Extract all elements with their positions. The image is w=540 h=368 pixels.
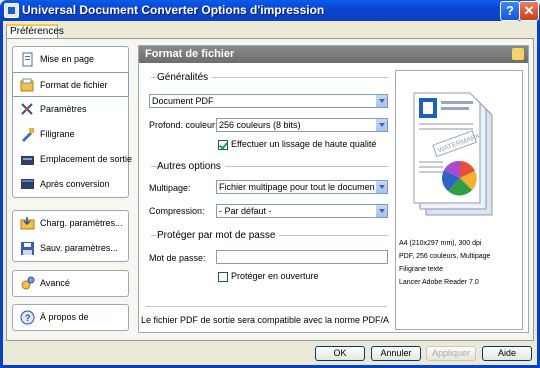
nav-label: Sauv. paramètres... [40, 243, 118, 253]
color-depth-select[interactable]: 256 couleurs (8 bits) [216, 118, 388, 132]
svg-text:?: ? [25, 313, 31, 323]
window-title: Universal Document Converter Options d'i… [22, 3, 325, 17]
preview-info-line: Filigrane texte [399, 266, 443, 273]
protect-open-label: Protéger en ouverture [231, 271, 319, 281]
nav-item-about[interactable]: ? À propos de [13, 305, 128, 330]
nav-item-output-location[interactable]: Emplacement de sortie [13, 147, 132, 172]
nav-label: Filigrane [40, 129, 75, 139]
parameters-icon [21, 103, 33, 115]
compression-select[interactable]: - Par défaut - [216, 204, 388, 218]
section-divider [145, 306, 387, 307]
ok-button[interactable]: OK [315, 346, 365, 361]
multipage-select[interactable]: Fichier multipage pour tout le document [216, 180, 388, 194]
title-bar: Universal Document Converter Options d'i… [0, 0, 540, 21]
color-depth-label: Profond. couleur: [149, 120, 218, 130]
nav-item-save-settings[interactable]: Sauv. paramètres... [13, 236, 128, 261]
section-other-title: Autres options [157, 161, 225, 172]
nav-group-about: ? À propos de [12, 304, 129, 331]
output-location-icon [21, 156, 34, 165]
section-protect-title: Protéger par mot de passe [157, 230, 280, 241]
apply-button[interactable]: Appliquer [426, 346, 476, 361]
nav-item-advanced[interactable]: Avancé [13, 271, 128, 296]
multipage-label: Multipage: [149, 183, 191, 193]
nav-label: Charg. paramètres... [40, 218, 123, 228]
file-format-icon [20, 78, 34, 92]
nav-group-settings: Charg. paramètres... Sauv. paramètres... [12, 210, 129, 262]
watermark-icon [22, 128, 34, 142]
chevron-down-icon [375, 205, 387, 217]
advanced-icon [21, 276, 35, 290]
smoothing-label: Effectuer un lissage de haute qualité [231, 139, 377, 149]
cancel-button[interactable]: Annuler [371, 346, 421, 361]
nav-label: Mise en page [40, 54, 95, 64]
chevron-down-icon [375, 95, 387, 107]
help-button[interactable]: ? [500, 1, 520, 21]
section-general-title: Généralités [157, 72, 213, 83]
password-label: Mot de passe: [149, 253, 206, 263]
app-icon [4, 3, 19, 18]
nav-label: Après conversion [40, 179, 110, 189]
tab-preferences[interactable]: Préférences [6, 24, 64, 39]
pdfa-note: Le fichier PDF de sortie sera compatible… [140, 315, 390, 325]
nav-item-page-setup[interactable]: Mise en page [13, 47, 128, 72]
preview-panel: WATERMARK A4 (210x297 mm), 300 dpi PDF, … [395, 70, 523, 330]
protect-open-checkbox[interactable] [218, 272, 228, 282]
compression-label: Compression: [149, 206, 205, 216]
load-settings-icon [20, 217, 35, 230]
nav-item-file-format[interactable]: Format de fichier [12, 72, 129, 97]
nav-label: Avancé [40, 278, 70, 288]
preview-info-line: A4 (210x297 mm), 300 dpi [399, 240, 482, 247]
save-settings-icon [21, 242, 34, 255]
smoothing-checkbox[interactable] [218, 140, 228, 150]
after-conversion-icon [21, 179, 34, 189]
help-dialog-button[interactable]: Aide [482, 346, 532, 361]
page-setup-icon [22, 52, 33, 67]
nav-item-parameters[interactable]: Paramètres [13, 97, 128, 122]
preview-info-line: Lancer Adobe Reader 7.0 [399, 279, 479, 286]
about-icon: ? [20, 310, 35, 325]
close-button[interactable]: ✕ [519, 1, 539, 21]
nav-label: À propos de [40, 312, 89, 322]
nav-item-watermark[interactable]: Filigrane [13, 122, 128, 147]
preview-info-line: PDF, 256 couleurs, Multipage [399, 253, 491, 260]
chevron-down-icon [375, 181, 387, 193]
password-field[interactable] [216, 250, 388, 264]
nav-label: Emplacement de sortie [40, 154, 133, 164]
document-preview-image: WATERMARK [413, 92, 493, 216]
nav-item-after-conversion[interactable]: Après conversion [13, 172, 128, 197]
file-format-select[interactable]: Document PDF [149, 94, 388, 108]
nav-group-main: Mise en page Format de fichier Paramètre… [12, 46, 132, 198]
panel-header-icon [512, 48, 524, 60]
panel-title: Format de fichier [139, 46, 528, 63]
nav-label: Format de fichier [40, 80, 108, 90]
chevron-down-icon [375, 119, 387, 131]
nav-label: Paramètres [40, 104, 87, 114]
nav-group-advanced: Avancé [12, 270, 129, 297]
nav-item-load-settings[interactable]: Charg. paramètres... [13, 211, 128, 236]
